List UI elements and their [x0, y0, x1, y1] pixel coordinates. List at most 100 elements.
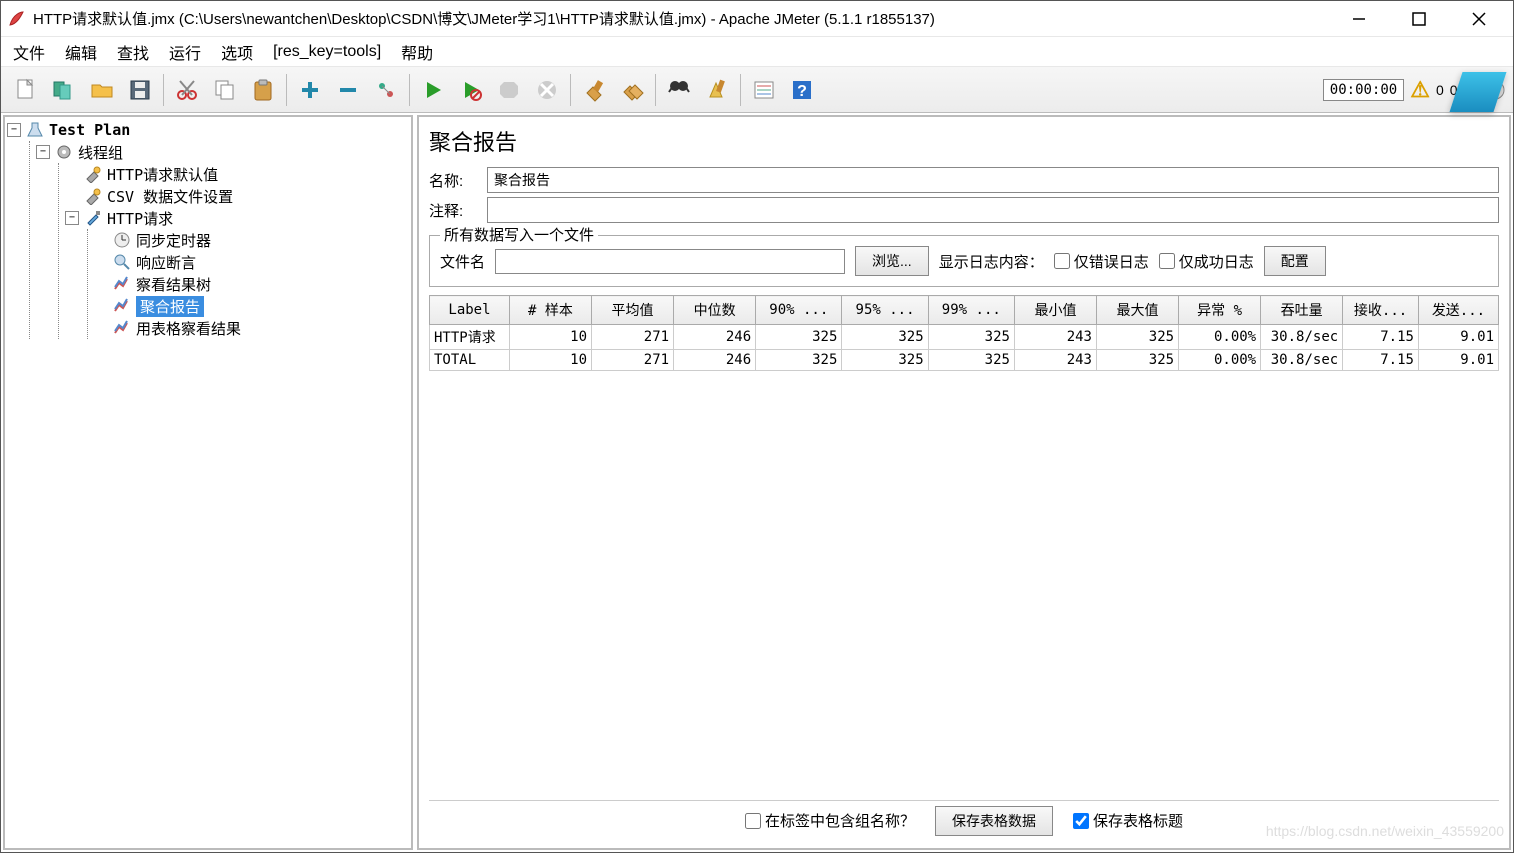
test-plan-tree[interactable]: − Test Plan − 线程组 HTTP请求默认值 — [3, 115, 413, 850]
start-icon[interactable] — [416, 73, 450, 107]
table-row[interactable]: HTTP请求102712463253253252433250.00%30.8/s… — [430, 325, 1499, 350]
menu-help[interactable]: 帮助 — [393, 38, 441, 66]
menu-edit[interactable]: 编辑 — [57, 38, 105, 66]
table-cell: 325 — [842, 350, 928, 371]
table-cell: 243 — [1014, 325, 1096, 350]
save-icon[interactable] — [123, 73, 157, 107]
tree-csv-config[interactable]: CSV 数据文件设置 — [65, 185, 409, 207]
file-legend: 所有数据写入一个文件 — [440, 224, 598, 245]
tree-sync-timer[interactable]: 同步定时器 — [94, 229, 409, 251]
maximize-button[interactable] — [1389, 1, 1449, 37]
table-header[interactable]: 最小值 — [1014, 296, 1096, 325]
comment-label: 注释: — [429, 200, 477, 221]
clear-icon[interactable] — [577, 73, 611, 107]
comment-input[interactable] — [487, 197, 1499, 223]
table-header[interactable]: 95% ... — [842, 296, 928, 325]
warning-icon[interactable]: ⚠ — [1410, 77, 1430, 103]
cut-icon[interactable] — [170, 73, 204, 107]
stop-icon[interactable] — [492, 73, 526, 107]
menu-file[interactable]: 文件 — [5, 38, 53, 66]
reset-search-icon[interactable] — [700, 73, 734, 107]
table-header[interactable]: 最大值 — [1097, 296, 1179, 325]
table-header[interactable]: 99% ... — [928, 296, 1014, 325]
table-header[interactable]: 平均值 — [592, 296, 674, 325]
table-cell: 10 — [509, 350, 591, 371]
clock-icon — [112, 230, 132, 250]
shutdown-icon[interactable] — [530, 73, 564, 107]
menu-tools[interactable]: [res_key=tools] — [265, 41, 389, 63]
table-cell: 7.15 — [1343, 350, 1419, 371]
table-cell: 325 — [842, 325, 928, 350]
table-header[interactable]: 接收... — [1343, 296, 1419, 325]
toggle-icon[interactable] — [369, 73, 403, 107]
collapse-icon[interactable] — [331, 73, 365, 107]
bottom-bar: 在标签中包含组名称？ 保存表格数据 保存表格标题 — [429, 800, 1499, 840]
elapsed-time: 00:00:00 — [1323, 79, 1404, 101]
table-cell: 246 — [674, 350, 756, 371]
table-cell: 9.01 — [1418, 350, 1498, 371]
table-cell: 325 — [1097, 350, 1179, 371]
tree-table-results[interactable]: 用表格察看结果 — [94, 317, 409, 339]
copy-icon[interactable] — [208, 73, 242, 107]
table-header[interactable]: 异常 % — [1179, 296, 1261, 325]
open-icon[interactable] — [85, 73, 119, 107]
tree-response-assertion[interactable]: 响应断言 — [94, 251, 409, 273]
table-cell: 7.15 — [1343, 325, 1419, 350]
table-header[interactable]: 吞吐量 — [1261, 296, 1343, 325]
save-header-checkbox[interactable]: 保存表格标题 — [1073, 810, 1183, 831]
expand-icon[interactable] — [293, 73, 327, 107]
collapse-icon[interactable]: − — [65, 211, 79, 225]
app-icon — [7, 10, 27, 28]
new-icon[interactable] — [9, 73, 43, 107]
include-group-checkbox[interactable]: 在标签中包含组名称？ — [745, 810, 915, 831]
results-table[interactable]: Label# 样本平均值中位数90% ...95% ...99% ...最小值最… — [429, 295, 1499, 800]
tree-aggregate-report[interactable]: 聚合报告 — [94, 295, 409, 317]
close-button[interactable] — [1449, 1, 1509, 37]
search-icon[interactable] — [662, 73, 696, 107]
file-input[interactable] — [495, 249, 845, 274]
table-cell: 243 — [1014, 350, 1096, 371]
tree-test-plan[interactable]: − Test Plan — [7, 119, 409, 141]
table-cell: TOTAL — [430, 350, 510, 371]
start-no-timers-icon[interactable] — [454, 73, 488, 107]
menu-run[interactable]: 运行 — [161, 38, 209, 66]
success-only-checkbox[interactable]: 仅成功日志 — [1159, 251, 1254, 272]
templates-icon[interactable] — [47, 73, 81, 107]
browse-button[interactable]: 浏览... — [855, 246, 929, 276]
wrench-icon — [83, 164, 103, 184]
tree-view-results-tree[interactable]: 察看结果树 — [94, 273, 409, 295]
table-cell: 30.8/sec — [1261, 325, 1343, 350]
table-header[interactable]: 发送... — [1418, 296, 1498, 325]
table-header[interactable]: # 样本 — [509, 296, 591, 325]
table-header[interactable]: Label — [430, 296, 510, 325]
collapse-icon[interactable]: − — [36, 145, 50, 159]
minimize-button[interactable] — [1329, 1, 1389, 37]
errors-only-checkbox[interactable]: 仅错误日志 — [1054, 251, 1149, 272]
pipette-icon — [83, 208, 103, 228]
chart-icon — [112, 318, 132, 338]
paste-icon[interactable] — [246, 73, 280, 107]
table-row[interactable]: TOTAL102712463253253252433250.00%30.8/se… — [430, 350, 1499, 371]
warning-count: 0 — [1436, 82, 1444, 98]
menu-search[interactable]: 查找 — [109, 38, 157, 66]
beaker-icon — [25, 120, 45, 140]
function-helper-icon[interactable] — [747, 73, 781, 107]
clear-all-icon[interactable] — [615, 73, 649, 107]
table-cell: 325 — [756, 350, 842, 371]
panel-title: 聚合报告 — [429, 125, 1499, 157]
help-icon[interactable]: ? — [785, 73, 819, 107]
tree-thread-group[interactable]: − 线程组 — [36, 141, 409, 163]
name-input[interactable] — [487, 167, 1499, 193]
table-cell: 30.8/sec — [1261, 350, 1343, 371]
tree-http-defaults[interactable]: HTTP请求默认值 — [65, 163, 409, 185]
chart-icon — [112, 274, 132, 294]
save-table-data-button[interactable]: 保存表格数据 — [935, 806, 1053, 836]
table-header[interactable]: 90% ... — [756, 296, 842, 325]
configure-button[interactable]: 配置 — [1264, 246, 1326, 276]
tree-http-request[interactable]: −HTTP请求 — [65, 207, 409, 229]
menu-options[interactable]: 选项 — [213, 38, 261, 66]
table-header[interactable]: 中位数 — [674, 296, 756, 325]
toolbar: ? 00:00:00 ⚠ 0 0/10 — [1, 67, 1513, 113]
table-cell: 271 — [592, 350, 674, 371]
collapse-icon[interactable]: − — [7, 123, 21, 137]
